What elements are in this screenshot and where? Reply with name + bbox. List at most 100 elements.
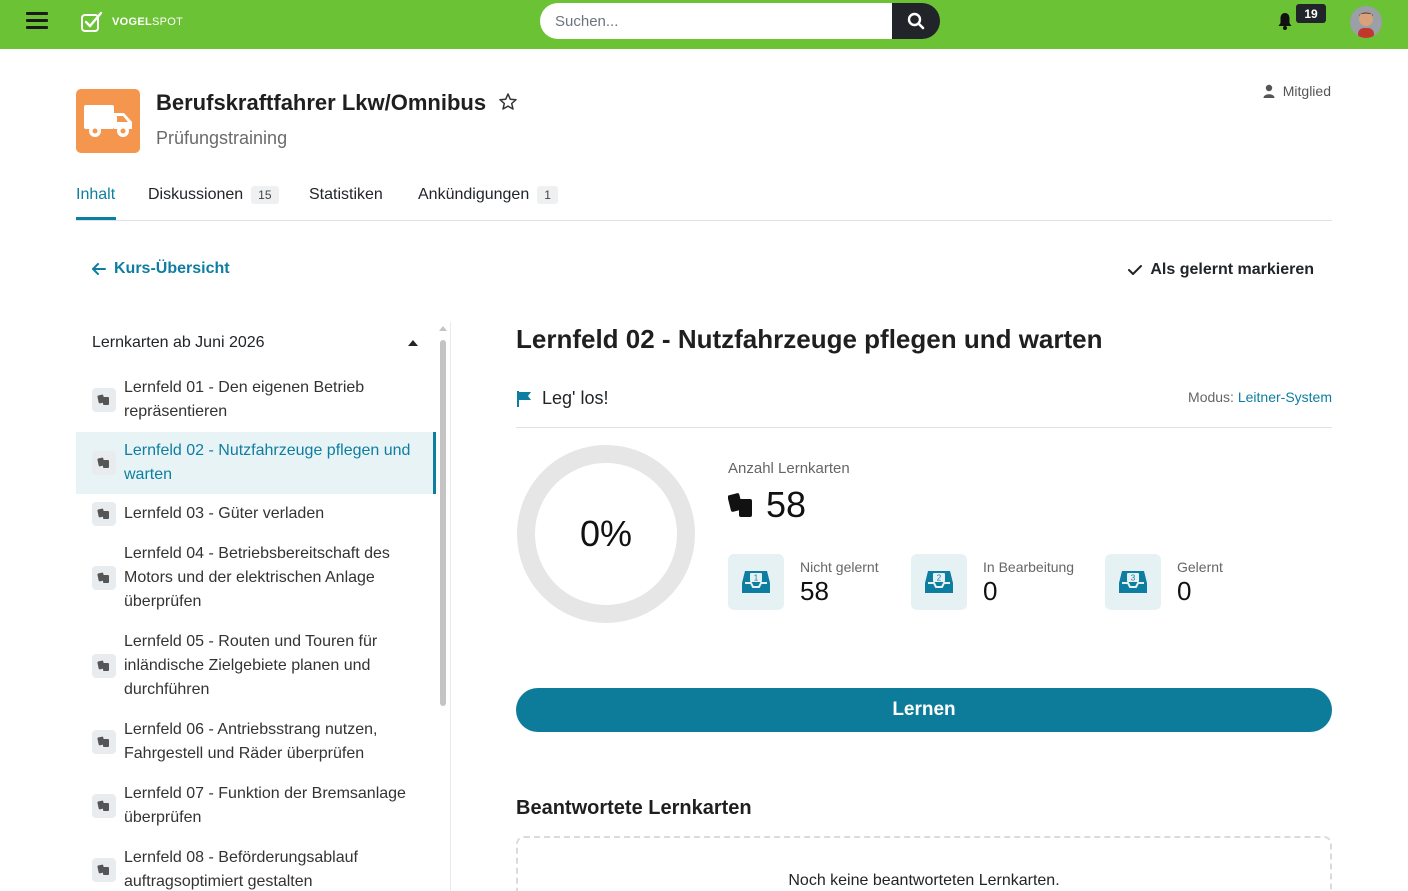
lesson-item[interactable]: Lernfeld 05 - Routen und Touren für inlä… bbox=[76, 622, 436, 710]
mode-link[interactable]: Leitner-System bbox=[1238, 389, 1332, 405]
caret-up-icon bbox=[408, 340, 418, 346]
inbox-icon: 2 bbox=[925, 571, 953, 593]
mode-info: Modus: Leitner-System bbox=[1188, 389, 1332, 405]
leitner-box-1: 1 bbox=[728, 554, 784, 610]
lesson-item[interactable]: Lernfeld 07 - Funktion der Bremsanlage ü… bbox=[76, 774, 436, 838]
lets-go-heading: Leg' los! bbox=[516, 388, 608, 409]
logo-suffix: SPOT bbox=[152, 16, 184, 28]
leitner-box-3: 3 bbox=[1105, 554, 1161, 610]
box-label: Gelernt bbox=[1177, 559, 1223, 575]
lesson-label: Lernfeld 05 - Routen und Touren für inlä… bbox=[124, 633, 378, 698]
top-navbar: VOGELSPOT 19 bbox=[0, 0, 1408, 49]
box-label: In Bearbeitung bbox=[983, 559, 1075, 575]
inbox-icon: 1 bbox=[742, 571, 770, 593]
answered-cards-empty-message: Noch keine beantworteten Lernkarten. bbox=[788, 872, 1060, 889]
lesson-item[interactable]: Lernfeld 01 - Den eigenen Betrieb repräs… bbox=[76, 372, 436, 432]
flashcards-icon bbox=[92, 794, 116, 818]
membership-label: Mitglied bbox=[1282, 83, 1331, 99]
box-label: Nicht gelernt bbox=[800, 559, 879, 575]
lesson-item[interactable]: Lernfeld 08 - Beförderungsablauf auftrag… bbox=[76, 838, 436, 891]
lesson-label: Lernfeld 02 - Nutzfahrzeuge pflegen und … bbox=[124, 442, 411, 483]
course-tabs: Inhalt Diskussionen 15 Statistiken Ankün… bbox=[76, 176, 1332, 221]
check-icon bbox=[1128, 265, 1143, 275]
back-link-label: Kurs-Übersicht bbox=[114, 260, 230, 277]
flashcards-icon bbox=[92, 451, 116, 475]
flashcards-icon bbox=[92, 566, 116, 590]
card-count-value: 58 bbox=[766, 484, 807, 525]
search-input[interactable] bbox=[540, 3, 892, 39]
flashcards-icon bbox=[92, 502, 116, 526]
box-value: 0 bbox=[983, 576, 998, 606]
course-title: Berufskraftfahrer Lkw/Omnibus bbox=[156, 90, 487, 115]
lesson-label: Lernfeld 07 - Funktion der Bremsanlage ü… bbox=[124, 785, 406, 826]
notification-badge: 19 bbox=[1296, 4, 1326, 23]
card-count-label: Anzahl Lernkarten bbox=[728, 460, 850, 477]
lesson-sidebar: Lernkarten ab Juni 2026 Lernfeld 01 - De… bbox=[76, 322, 451, 891]
flashcards-icon bbox=[92, 730, 116, 754]
inbox-icon: 3 bbox=[1119, 571, 1147, 593]
tab-label: Inhalt bbox=[76, 186, 116, 203]
tab-label: Statistiken bbox=[309, 186, 383, 203]
search-icon bbox=[907, 12, 925, 30]
lesson-label: Lernfeld 01 - Den eigenen Betrieb repräs… bbox=[124, 379, 365, 420]
tab-inhalt[interactable]: Inhalt bbox=[76, 186, 115, 204]
leitner-box-2: 2 bbox=[911, 554, 967, 610]
card-count: 58 bbox=[728, 484, 806, 526]
avatar-image bbox=[1350, 6, 1382, 38]
box-number: 3 bbox=[1131, 574, 1136, 583]
tab-count-badge: 1 bbox=[537, 186, 558, 204]
favorite-star-icon[interactable] bbox=[498, 92, 518, 112]
lesson-item[interactable]: Lernfeld 06 - Antriebsstrang nutzen, Fah… bbox=[76, 710, 436, 774]
divider bbox=[516, 427, 1332, 428]
tab-count-badge: 15 bbox=[251, 186, 279, 204]
bell-icon[interactable] bbox=[1277, 12, 1293, 30]
course-icon bbox=[76, 89, 140, 153]
lesson-label: Lernfeld 03 - Güter verladen bbox=[124, 505, 325, 522]
user-avatar[interactable] bbox=[1350, 6, 1382, 38]
lesson-item[interactable]: Lernfeld 04 - Betriebsbereitschaft des M… bbox=[76, 534, 436, 622]
scroll-up-arrow[interactable] bbox=[439, 326, 447, 331]
flashcards-icon bbox=[728, 493, 752, 517]
logo-brand: VOGEL bbox=[112, 16, 153, 28]
scrollbar-thumb[interactable] bbox=[440, 340, 446, 706]
lesson-title: Lernfeld 02 - Nutzfahrzeuge pflegen und … bbox=[516, 324, 1103, 354]
box-number: 1 bbox=[754, 574, 759, 583]
lesson-label: Lernfeld 04 - Betriebsbereitschaft des M… bbox=[124, 545, 390, 610]
tab-statistiken[interactable]: Statistiken bbox=[309, 186, 383, 204]
lesson-label: Lernfeld 08 - Beförderungsablauf auftrag… bbox=[124, 849, 358, 890]
search-button[interactable] bbox=[892, 3, 940, 39]
learn-button[interactable]: Lernen bbox=[516, 688, 1332, 732]
flag-icon bbox=[517, 390, 531, 407]
section-title: Lernkarten ab Juni 2026 bbox=[92, 334, 265, 351]
tab-diskussionen[interactable]: Diskussionen 15 bbox=[148, 186, 279, 204]
menu-icon[interactable] bbox=[26, 12, 48, 30]
logo-check-icon bbox=[81, 11, 103, 32]
sidebar-scrollbar[interactable] bbox=[438, 322, 448, 891]
lesson-item-active[interactable]: Lernfeld 02 - Nutzfahrzeuge pflegen und … bbox=[76, 432, 436, 494]
lesson-list: Lernfeld 01 - Den eigenen Betrieb repräs… bbox=[76, 372, 436, 891]
mode-prefix: Modus: bbox=[1188, 389, 1234, 405]
tab-label: Ankündigungen bbox=[418, 186, 530, 203]
mark-learned-label: Als gelernt markieren bbox=[1150, 261, 1314, 278]
search-bar bbox=[540, 3, 940, 39]
mark-as-learned-button[interactable]: Als gelernt markieren bbox=[1128, 261, 1314, 279]
user-icon bbox=[1263, 84, 1275, 98]
active-tab-indicator bbox=[76, 217, 116, 220]
box-value: 0 bbox=[1177, 576, 1192, 606]
box-value: 58 bbox=[800, 576, 829, 606]
arrow-left-icon bbox=[92, 263, 106, 275]
answered-cards-title: Beantwortete Lernkarten bbox=[516, 797, 752, 819]
box-number: 2 bbox=[937, 574, 942, 583]
flashcards-icon bbox=[92, 858, 116, 882]
lets-go-label: Leg' los! bbox=[542, 388, 609, 408]
tab-label: Diskussionen bbox=[148, 186, 244, 203]
back-to-overview-link[interactable]: Kurs-Übersicht bbox=[92, 260, 230, 278]
lesson-label: Lernfeld 06 - Antriebsstrang nutzen, Fah… bbox=[124, 721, 378, 762]
membership-status: Mitglied bbox=[1263, 83, 1331, 99]
course-subtitle: Prüfungstraining bbox=[156, 128, 288, 148]
tab-ankuendigungen[interactable]: Ankündigungen 1 bbox=[418, 186, 558, 204]
flashcards-icon bbox=[92, 388, 116, 412]
logo[interactable]: VOGELSPOT bbox=[80, 10, 183, 34]
section-header[interactable]: Lernkarten ab Juni 2026 bbox=[92, 334, 422, 352]
lesson-item[interactable]: Lernfeld 03 - Güter verladen bbox=[76, 494, 436, 534]
